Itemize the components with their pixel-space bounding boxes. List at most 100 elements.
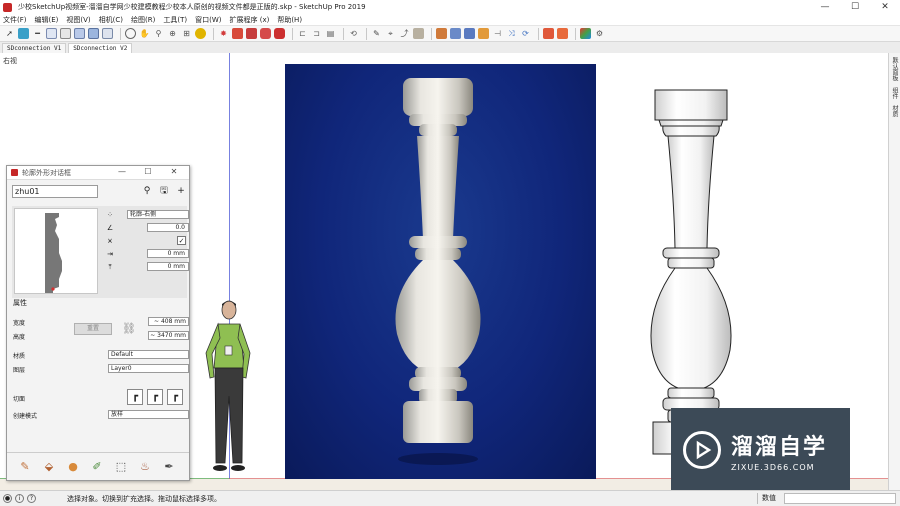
dialog-maximize-button[interactable]: ☐: [135, 167, 161, 176]
mode-select[interactable]: 放样: [108, 410, 189, 419]
rotate-icon[interactable]: ⟲: [348, 28, 359, 39]
zoom-extents-icon[interactable]: ⊕: [167, 28, 178, 39]
menu-camera[interactable]: 相机(C): [99, 15, 123, 25]
scale-figure[interactable]: [198, 298, 258, 484]
pan-icon[interactable]: ✋: [139, 28, 150, 39]
profile-bucket-icon[interactable]: ♨: [137, 459, 153, 475]
scene-tab-1[interactable]: SDconnection V1: [2, 43, 67, 53]
text-tool-icon[interactable]: ⊣: [492, 28, 503, 39]
user-icon[interactable]: ?: [27, 494, 36, 503]
add-icon[interactable]: +: [174, 185, 188, 197]
site-watermark: 溜溜自学 ZIXUE.3D66.COM: [671, 408, 850, 492]
shaded-icon[interactable]: [74, 28, 85, 39]
measurements-input[interactable]: [784, 493, 896, 504]
monochrome-icon[interactable]: [102, 28, 113, 39]
preview-area: ⁘ 轮廓-右侧 ∠ 0.0 ⩙ ✓ ⇥ 0 mm ⤒ 0 mm: [12, 206, 189, 298]
minimize-button[interactable]: —: [810, 0, 840, 14]
sandbox-icon[interactable]: [450, 28, 461, 39]
menu-view[interactable]: 视图(V): [66, 15, 90, 25]
profile-dropper-icon[interactable]: ✒: [161, 459, 177, 475]
tray-tab-components[interactable]: 组件: [890, 87, 899, 99]
tape-measure-icon[interactable]: ⌖: [385, 28, 396, 39]
section-cut-icon[interactable]: ▤: [325, 28, 336, 39]
tray-tab-materials[interactable]: 材质: [890, 105, 899, 117]
warehouse-icon[interactable]: [232, 28, 243, 39]
material-select[interactable]: Default: [108, 350, 189, 359]
maximize-button[interactable]: ☐: [840, 0, 870, 14]
zoom-icon[interactable]: ⚲: [153, 28, 164, 39]
profile-orange-icon[interactable]: ●: [65, 459, 81, 475]
paint-bucket-icon[interactable]: [436, 28, 447, 39]
section-display-icon[interactable]: ⊐: [311, 28, 322, 39]
textured-icon[interactable]: [88, 28, 99, 39]
dialog-close-button[interactable]: ✕: [161, 167, 187, 176]
offset-y-input[interactable]: 0 mm: [147, 262, 189, 271]
dialog-titlebar[interactable]: 轮廓外形对话框 — ☐ ✕: [7, 166, 189, 180]
zoom-window-icon[interactable]: ⊞: [181, 28, 192, 39]
menu-help[interactable]: 帮助(H): [277, 15, 302, 25]
profile-frame-icon[interactable]: ⬚: [113, 459, 129, 475]
menu-bar: 文件(F) 编辑(E) 视图(V) 相机(C) 绘图(R) 工具(T) 窗口(W…: [0, 14, 900, 25]
texture-icon[interactable]: [478, 28, 489, 39]
eraser-icon[interactable]: [18, 28, 29, 39]
chain-link-icon[interactable]: ⛓: [122, 319, 136, 339]
reference-photo[interactable]: [285, 64, 596, 479]
cut-right-button[interactable]: ┏: [167, 389, 183, 405]
offset-y-icon: ⤒: [108, 263, 112, 271]
dimension-icon[interactable]: [464, 28, 475, 39]
save-icon[interactable]: 🖫: [157, 185, 171, 197]
profile-stamp-icon[interactable]: ⬙: [41, 459, 57, 475]
main-toolbar: ➚ ━ ✋ ⚲ ⊕ ⊞ ✸ ⊏ ⊐ ▤ ⟲ ✎ ⌖ ⤴ ⊣ ⤨ ⟳ ⚙: [0, 25, 900, 42]
scale-tool-icon[interactable]: ⟳: [520, 28, 531, 39]
select-arrow-icon[interactable]: ➚: [4, 28, 15, 39]
menu-window[interactable]: 窗口(W): [195, 15, 221, 25]
angle-input[interactable]: 0.0: [147, 223, 189, 232]
geo-location-icon[interactable]: ●: [3, 494, 12, 503]
orbit-icon[interactable]: [125, 28, 136, 39]
offset-x-icon: ⇥: [107, 250, 113, 258]
wireframe-icon[interactable]: [60, 28, 71, 39]
height-input[interactable]: ~ 3470 mm: [148, 331, 189, 340]
settings-icon[interactable]: ⚙: [594, 28, 605, 39]
width-label: 宽度: [13, 320, 26, 327]
reset-button[interactable]: 重置: [74, 323, 112, 335]
section-plane-icon[interactable]: ⊏: [297, 28, 308, 39]
component-share-icon[interactable]: [274, 28, 285, 39]
tray-tab-default[interactable]: 默认面板: [890, 57, 899, 81]
plugin-red2-icon[interactable]: [557, 28, 568, 39]
menu-file[interactable]: 文件(F): [3, 15, 27, 25]
position-camera-icon[interactable]: [195, 28, 206, 39]
material-row: 材质 Default: [13, 350, 189, 360]
search-icon[interactable]: ⚲: [140, 185, 154, 197]
line-icon[interactable]: ━: [32, 28, 43, 39]
shadow-settings-icon[interactable]: ✸: [218, 28, 229, 39]
offset-x-input[interactable]: 0 mm: [147, 249, 189, 258]
scene-tab-2[interactable]: SDconnection V2: [68, 43, 133, 53]
width-input[interactable]: ~ 408 mm: [148, 317, 189, 326]
layer-select[interactable]: Layer0: [108, 364, 189, 373]
close-button[interactable]: ✕: [870, 0, 900, 14]
pencil-icon[interactable]: ✎: [371, 28, 382, 39]
push-pull-icon[interactable]: [413, 28, 424, 39]
profile-name-input[interactable]: zhu01: [12, 185, 98, 198]
profile-type-select[interactable]: 轮廓-右侧: [127, 210, 189, 219]
cut-both-button[interactable]: ┏: [147, 389, 163, 405]
profile-paint-icon[interactable]: ✎: [17, 459, 33, 475]
profile-brush-icon[interactable]: ✐: [89, 459, 105, 475]
menu-edit[interactable]: 编辑(E): [35, 15, 59, 25]
dialog-minimize-button[interactable]: —: [109, 167, 135, 176]
menu-extensions[interactable]: 扩展程序 (x): [229, 15, 269, 25]
menu-draw[interactable]: 绘图(R): [131, 15, 155, 25]
hidden-line-icon[interactable]: [46, 28, 57, 39]
material-label: 材质: [13, 353, 26, 360]
color-picker-icon[interactable]: [580, 28, 591, 39]
flip-checkbox[interactable]: ✓: [177, 236, 186, 245]
follow-me-icon[interactable]: ⤴: [399, 28, 410, 39]
layout-send-icon[interactable]: [260, 28, 271, 39]
axes-tool-icon[interactable]: ⤨: [506, 28, 517, 39]
plugin-red-icon[interactable]: [543, 28, 554, 39]
menu-tools[interactable]: 工具(T): [163, 15, 187, 25]
extension-warehouse-icon[interactable]: [246, 28, 257, 39]
credits-icon[interactable]: i: [15, 494, 24, 503]
cut-left-button[interactable]: ┏: [127, 389, 143, 405]
